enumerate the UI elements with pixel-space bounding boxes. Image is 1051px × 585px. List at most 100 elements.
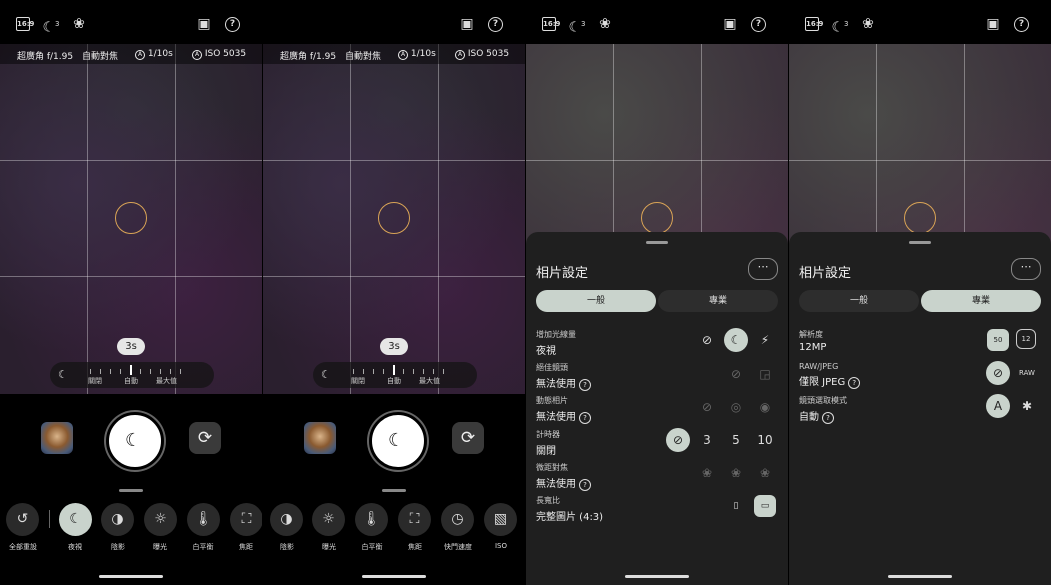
lens-icon[interactable]: ◲ [753, 362, 777, 386]
focus-button[interactable]: ⛶ [398, 503, 431, 536]
exposure-button[interactable]: ☼ [312, 503, 345, 536]
shutter-info[interactable]: A 1/10s [135, 49, 173, 60]
gallery-thumbnail[interactable] [304, 422, 336, 454]
timer-3-icon[interactable]: 3 [695, 428, 719, 452]
tab-general[interactable]: 一般 [799, 290, 919, 312]
shadows-button[interactable]: ◑ [270, 503, 303, 536]
focus-button[interactable]: ⛶ [230, 503, 262, 536]
gallery-thumbnail[interactable] [41, 422, 73, 454]
lens-info[interactable]: 超廣角 f/1.95 [17, 49, 73, 62]
iso-info[interactable]: A ISO 5035 [192, 49, 246, 60]
iso-info[interactable]: A ISO 5035 [455, 49, 509, 60]
aspect-ratio-icon[interactable]: 16:9 [16, 17, 34, 31]
camera-settings-icon[interactable]: ▣ [984, 15, 1002, 33]
raw-icon[interactable]: RAW [1015, 361, 1039, 385]
lens-manual-icon[interactable]: ✱ [1015, 394, 1039, 418]
flash-icon[interactable]: ⚡ [753, 328, 777, 352]
motion-on-icon[interactable]: ◉ [753, 395, 777, 419]
night-timer-icon[interactable]: ☾3 [831, 15, 849, 36]
sheet-grab-handle[interactable] [909, 241, 931, 244]
shutter-speed-button[interactable]: ◷ [441, 503, 474, 536]
white-balance-button[interactable]: 🌡 [187, 503, 220, 536]
exposure-button[interactable]: ☼ [144, 503, 177, 536]
focus-info[interactable]: 自動對焦 [345, 49, 381, 62]
help-icon[interactable]: ? [579, 412, 591, 424]
aspect-16-9-icon[interactable]: ▯ [725, 495, 747, 517]
night-timer-icon[interactable]: ☾3 [568, 15, 586, 36]
slider-ticks[interactable] [351, 365, 451, 375]
macro-off-icon[interactable]: ❀ [695, 461, 719, 485]
shutter-button[interactable]: ☾ [369, 412, 427, 470]
slider-thumb[interactable] [393, 365, 395, 375]
timer-off-icon[interactable]: ⊘ [666, 428, 690, 452]
night-sight-slider[interactable]: ☾ 關閉 自動 最大值 [313, 362, 477, 388]
setting-lens[interactable]: 絕佳鏡頭 無法使用? [536, 362, 591, 391]
help-icon[interactable]: ? [488, 17, 503, 32]
setting-motion[interactable]: 動態相片 無法使用? [536, 395, 591, 424]
switch-camera-button[interactable]: ⟳ [189, 422, 221, 454]
resolution-12mp-icon[interactable]: 12 [1016, 329, 1036, 349]
white-balance-button[interactable]: 🌡 [355, 503, 388, 536]
camera-settings-icon[interactable]: ▣ [458, 15, 476, 33]
reset-all-button[interactable]: ↺ [6, 503, 39, 536]
setting-aspect[interactable]: 長寬比 完整圖片 (4:3) [536, 495, 603, 523]
resolution-50mp-icon[interactable]: 50 [987, 329, 1009, 351]
drawer-handle[interactable] [382, 489, 406, 492]
help-icon[interactable]: ? [1014, 17, 1029, 32]
help-icon[interactable]: ? [751, 17, 766, 32]
tab-pro[interactable]: 專業 [921, 290, 1041, 312]
sheet-grab-handle[interactable] [646, 241, 668, 244]
motion-photo-icon[interactable]: ❀ [596, 15, 614, 33]
night-sight-slider[interactable]: ☾ 關閉 自動 最大值 [50, 362, 214, 388]
more-options-button[interactable]: ⋯ [1011, 258, 1041, 280]
help-icon[interactable]: ? [848, 377, 861, 389]
camera-settings-icon[interactable]: ▣ [195, 15, 213, 33]
camera-settings-icon[interactable]: ▣ [721, 15, 739, 33]
aspect-ratio-icon[interactable]: 16:9 [805, 17, 823, 31]
aspect-4-3-icon[interactable]: ▭ [754, 495, 776, 517]
no-flash-icon[interactable]: ⊘ [695, 328, 719, 352]
night-timer-icon[interactable]: ☾3 [42, 15, 60, 36]
iso-button[interactable]: ▧ [484, 503, 517, 536]
timer-5-icon[interactable]: 5 [724, 428, 748, 452]
lens-off-icon[interactable]: ⊘ [724, 362, 748, 386]
macro-auto-icon[interactable]: ❀ [724, 461, 748, 485]
slider-thumb[interactable] [130, 365, 132, 375]
motion-off-icon[interactable]: ⊘ [695, 395, 719, 419]
shutter-button[interactable]: ☾ [106, 412, 164, 470]
aspect-ratio-icon[interactable]: 16:9 [542, 17, 560, 31]
focus-info[interactable]: 自動對焦 [82, 49, 118, 62]
jpeg-only-icon[interactable]: ⊘ [986, 361, 1010, 385]
slider-ticks[interactable] [88, 365, 188, 375]
setting-lens-mode[interactable]: 鏡頭選取模式 自動? [799, 395, 847, 424]
shutter-info[interactable]: A 1/10s [398, 49, 436, 60]
setting-resolution[interactable]: 解析度 12MP [799, 329, 826, 353]
gesture-bar[interactable] [625, 575, 689, 578]
gesture-bar[interactable] [888, 575, 952, 578]
switch-camera-button[interactable]: ⟳ [452, 422, 484, 454]
motion-auto-icon[interactable]: ◎ [724, 395, 748, 419]
gesture-bar[interactable] [362, 575, 426, 578]
night-sight-icon[interactable]: ☾ [724, 328, 748, 352]
drawer-handle[interactable] [119, 489, 143, 492]
lens-info[interactable]: 超廣角 f/1.95 [280, 49, 336, 62]
help-icon[interactable]: ? [822, 412, 834, 424]
motion-photo-icon[interactable]: ❀ [70, 15, 88, 33]
setting-timer[interactable]: 計時器 關閉 [536, 429, 560, 457]
timer-10-icon[interactable]: 10 [753, 428, 777, 452]
tab-general[interactable]: 一般 [536, 290, 656, 312]
night-mode-button[interactable]: ☾ [59, 503, 92, 536]
more-options-button[interactable]: ⋯ [748, 258, 778, 280]
shadows-button[interactable]: ◑ [101, 503, 134, 536]
tab-pro[interactable]: 專業 [658, 290, 778, 312]
help-icon[interactable]: ? [579, 379, 591, 391]
setting-macro[interactable]: 微距對焦 無法使用? [536, 462, 591, 491]
help-icon[interactable]: ? [579, 479, 591, 491]
gesture-bar[interactable] [99, 575, 163, 578]
lens-auto-icon[interactable]: A [986, 394, 1010, 418]
motion-photo-icon[interactable]: ❀ [859, 15, 877, 33]
setting-raw-jpeg[interactable]: RAW/JPEG 僅限 JPEG? [799, 362, 861, 389]
help-icon[interactable]: ? [225, 17, 240, 32]
macro-on-icon[interactable]: ❀ [753, 461, 777, 485]
setting-light[interactable]: 增加光線量 夜視 [536, 329, 576, 357]
